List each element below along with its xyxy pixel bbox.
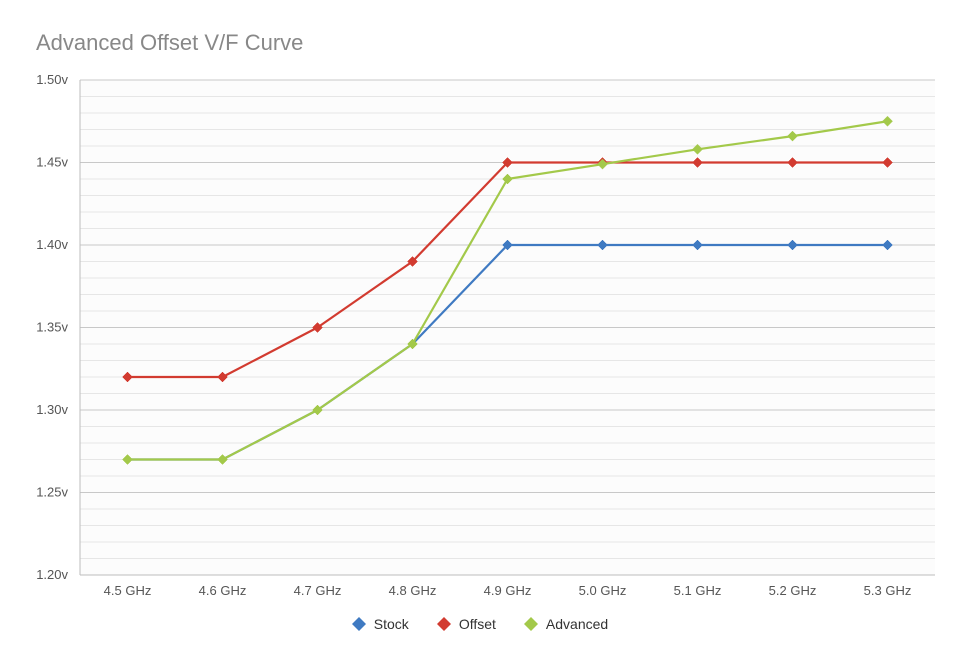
legend-marker-icon: [352, 617, 366, 631]
y-tick-label: 1.30v: [36, 402, 68, 417]
legend-label: Advanced: [546, 616, 608, 632]
legend-item-stock: Stock: [352, 616, 409, 632]
x-tick-label: 5.1 GHz: [674, 583, 722, 598]
x-tick-label: 4.6 GHz: [199, 583, 247, 598]
x-tick-label: 5.2 GHz: [769, 583, 817, 598]
chart-legend: Stock Offset Advanced: [0, 616, 960, 636]
legend-marker-icon: [524, 617, 538, 631]
y-tick-label: 1.50v: [36, 72, 68, 87]
legend-item-advanced: Advanced: [524, 616, 608, 632]
y-tick-label: 1.25v: [36, 485, 68, 500]
legend-marker-icon: [437, 617, 451, 631]
legend-label: Offset: [459, 616, 496, 632]
legend-label: Stock: [374, 616, 409, 632]
y-tick-label: 1.20v: [36, 567, 68, 582]
y-tick-label: 1.40v: [36, 237, 68, 252]
y-tick-label: 1.45v: [36, 155, 68, 170]
x-tick-label: 5.3 GHz: [864, 583, 912, 598]
y-tick-label: 1.35v: [36, 320, 68, 335]
x-tick-label: 5.0 GHz: [579, 583, 627, 598]
x-tick-label: 4.9 GHz: [484, 583, 532, 598]
x-tick-label: 4.8 GHz: [389, 583, 437, 598]
x-tick-label: 4.7 GHz: [294, 583, 342, 598]
legend-item-offset: Offset: [437, 616, 496, 632]
vf-curve-chart: Advanced Offset V/F Curve 1.20v 1.25v 1.30…: [0, 0, 960, 649]
x-tick-label: 4.5 GHz: [104, 583, 152, 598]
chart-plot-area: 1.20v 1.25v 1.30v 1.35v 1.40v 1.45v 1.50v 4.5 G…: [0, 0, 960, 649]
chart-title: Advanced Offset V/F Curve: [36, 30, 303, 56]
